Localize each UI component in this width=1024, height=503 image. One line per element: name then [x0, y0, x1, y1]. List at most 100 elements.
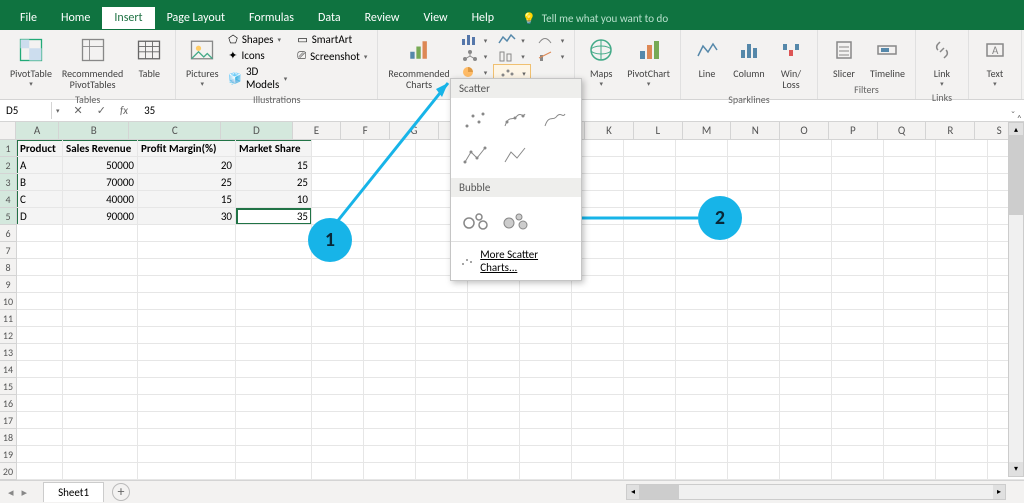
sparkline-column-button[interactable]: Column	[729, 32, 769, 81]
cell-C5[interactable]: 30	[138, 208, 236, 225]
tab-page-layout[interactable]: Page Layout	[155, 7, 237, 29]
cell-A5[interactable]: D	[17, 208, 63, 225]
row-header-11[interactable]: 11	[0, 310, 17, 327]
column-chart-button[interactable]: ▾	[456, 32, 492, 48]
combo-chart-button[interactable]: ▾	[533, 48, 569, 64]
cell-B5[interactable]: 90000	[63, 208, 138, 225]
recommended-pivot-button[interactable]: Recommended PivotTables	[58, 32, 127, 92]
pictures-button[interactable]: Pictures▾	[182, 32, 222, 90]
cell-C3[interactable]: 25	[138, 174, 236, 191]
cell-C2[interactable]: 20	[138, 157, 236, 174]
col-header-P[interactable]: P	[829, 122, 878, 139]
row-header-10[interactable]: 10	[0, 293, 17, 310]
row-header-13[interactable]: 13	[0, 344, 17, 361]
sheet-nav-prev[interactable]: ◂	[4, 486, 18, 499]
row-header-6[interactable]: 6	[0, 225, 17, 242]
row-header-9[interactable]: 9	[0, 276, 17, 293]
map-chart-button[interactable]: ▾	[533, 32, 569, 48]
cell-D1[interactable]: Market Share	[236, 140, 312, 157]
fx-icon[interactable]: fx	[116, 104, 132, 117]
tab-formulas[interactable]: Formulas	[237, 7, 306, 29]
cell-C1[interactable]: Profit Margin(%)	[138, 140, 236, 157]
tell-me-search[interactable]: 💡 Tell me what you want to do	[522, 12, 668, 25]
col-header-G[interactable]: G	[390, 122, 439, 139]
scatter-option-straight[interactable]	[497, 140, 533, 172]
pivottable-button[interactable]: PivotTable▾	[6, 32, 56, 90]
vertical-scrollbar[interactable]: ▴ ▾	[1008, 122, 1024, 477]
cell-B3[interactable]: 70000	[63, 174, 138, 191]
recommended-charts-button[interactable]: Recommended Charts	[384, 32, 453, 92]
cell-D5[interactable]: 35	[236, 208, 312, 225]
cell-C4[interactable]: 15	[138, 191, 236, 208]
cell-D4[interactable]: 10	[236, 191, 312, 208]
col-header-E[interactable]: E	[293, 122, 342, 139]
name-box[interactable]: D5	[0, 102, 52, 119]
line-chart-button[interactable]: ▾	[493, 32, 531, 48]
col-header-B[interactable]: B	[59, 122, 129, 139]
bubble-option-2d[interactable]	[457, 203, 493, 235]
row-header-1[interactable]: 1	[0, 140, 17, 157]
tab-view[interactable]: View	[412, 7, 460, 29]
scatter-option-markers[interactable]	[457, 104, 493, 136]
cell-A3[interactable]: B	[17, 174, 63, 191]
tab-insert[interactable]: Insert	[102, 7, 154, 29]
row-header-15[interactable]: 15	[0, 378, 17, 395]
tab-home[interactable]: Home	[49, 7, 102, 29]
slicer-button[interactable]: Slicer	[824, 32, 864, 81]
table-button[interactable]: Table	[129, 32, 169, 81]
col-header-O[interactable]: O	[780, 122, 829, 139]
row-header-8[interactable]: 8	[0, 259, 17, 276]
stat-chart-button[interactable]: ▾	[493, 48, 531, 64]
cell-A4[interactable]: C	[17, 191, 63, 208]
icons-button[interactable]: ✦Icons	[224, 48, 291, 63]
row-header-4[interactable]: 4	[0, 191, 17, 208]
maps-button[interactable]: Maps▾	[581, 32, 621, 90]
cell-B2[interactable]: 50000	[63, 157, 138, 174]
shapes-button[interactable]: ⬠Shapes▾	[224, 32, 291, 47]
col-header-F[interactable]: F	[341, 122, 390, 139]
tab-help[interactable]: Help	[460, 7, 507, 29]
cell-B4[interactable]: 40000	[63, 191, 138, 208]
row-header-2[interactable]: 2	[0, 157, 17, 174]
sheet-tab-sheet1[interactable]: Sheet1	[43, 482, 104, 502]
row-header-5[interactable]: 5	[0, 208, 17, 225]
row-header-18[interactable]: 18	[0, 429, 17, 446]
link-button[interactable]: Link▾	[922, 32, 962, 90]
screenshot-button[interactable]: ⎚Screenshot▾	[293, 48, 371, 64]
tab-review[interactable]: Review	[353, 7, 412, 29]
row-header-17[interactable]: 17	[0, 412, 17, 429]
timeline-button[interactable]: Timeline	[866, 32, 909, 81]
row-header-19[interactable]: 19	[0, 446, 17, 463]
scatter-option-smooth-markers[interactable]	[497, 104, 533, 136]
tab-data[interactable]: Data	[306, 7, 353, 29]
scatter-option-straight-markers[interactable]	[457, 140, 493, 172]
cell-B1[interactable]: Sales Revenue	[63, 140, 138, 157]
text-button[interactable]: A Text▾	[975, 32, 1015, 90]
hierarchy-chart-button[interactable]: ▾	[456, 48, 492, 64]
cell-A2[interactable]: A	[17, 157, 63, 174]
tab-file[interactable]: File	[8, 7, 49, 29]
col-header-K[interactable]: K	[585, 122, 634, 139]
smartart-button[interactable]: ▭SmartArt	[293, 32, 371, 47]
row-header-14[interactable]: 14	[0, 361, 17, 378]
col-header-N[interactable]: N	[731, 122, 780, 139]
bubble-option-3d[interactable]	[497, 203, 533, 235]
sheet-nav-next[interactable]: ▸	[18, 486, 32, 499]
add-sheet-button[interactable]: +	[112, 483, 130, 501]
3dmodels-button[interactable]: 🧊3D Models▾	[224, 64, 291, 92]
col-header-A[interactable]: A	[16, 122, 59, 139]
row-header-16[interactable]: 16	[0, 395, 17, 412]
row-header-7[interactable]: 7	[0, 242, 17, 259]
row-header-3[interactable]: 3	[0, 174, 17, 191]
col-header-C[interactable]: C	[129, 122, 221, 139]
cell-D3[interactable]: 25	[236, 174, 312, 191]
horizontal-scrollbar[interactable]: ◂ ▸	[626, 484, 1006, 500]
cell-A1[interactable]: Product	[17, 140, 63, 157]
row-header-12[interactable]: 12	[0, 327, 17, 344]
sparkline-winloss-button[interactable]: Win/ Loss	[771, 32, 811, 92]
row-header-20[interactable]: 20	[0, 463, 17, 480]
cell-D2[interactable]: 15	[236, 157, 312, 174]
col-header-R[interactable]: R	[926, 122, 975, 139]
more-scatter-charts[interactable]: More Scatter Charts...	[451, 241, 581, 280]
select-all-cells[interactable]	[0, 122, 16, 139]
